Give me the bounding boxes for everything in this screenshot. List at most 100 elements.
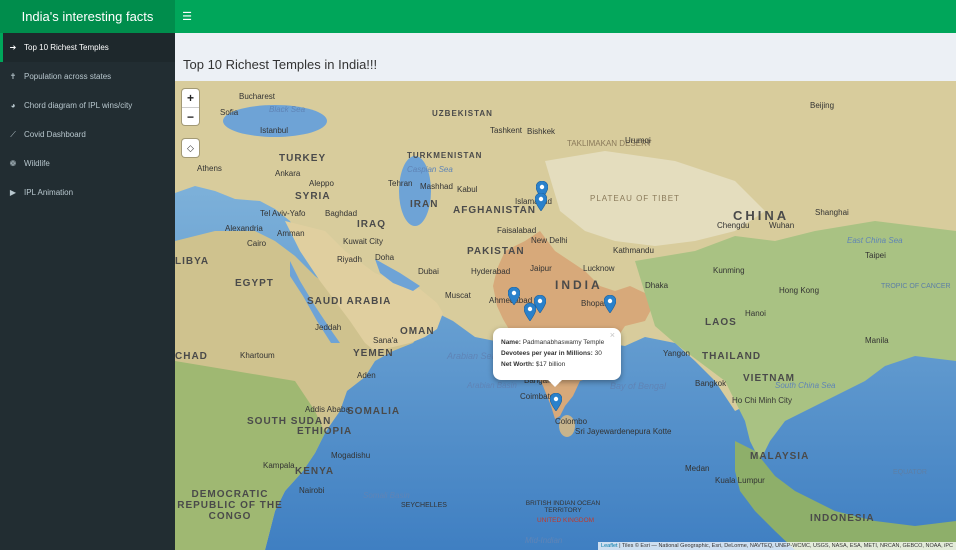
map-label-tibet: PLATEAU OF TIBET (590, 194, 680, 203)
map-label-aleppo: Aleppo (309, 179, 334, 188)
popup-name-row: Name: Padmanabhaswamy Temple (501, 337, 613, 348)
map-label-kenya: KENYA (295, 466, 335, 477)
popup-devotees-label: Devotees per year in Millions: (501, 350, 593, 357)
map-label-malaysia: MALAYSIA (750, 451, 810, 462)
map-label-khartoum: Khartoum (240, 351, 275, 360)
sidebar-item-label: IPL Animation (24, 188, 74, 197)
map-label-iraq: IRAQ (357, 219, 386, 230)
map-label-egypt: EGYPT (235, 278, 274, 289)
temple-marker[interactable] (508, 287, 520, 305)
line-chart-icon: ⟋ (10, 129, 16, 139)
zoom-in-button[interactable]: + (182, 89, 199, 107)
map-label-kuwait: Kuwait City (343, 237, 384, 246)
page-title: Top 10 Richest Temples in India!!! (183, 57, 378, 72)
map-label-baghdad: Baghdad (325, 209, 358, 218)
leaflet-link[interactable]: Leaflet (601, 543, 618, 549)
map-label-taipei: Taipei (865, 251, 886, 260)
map-label-ethiopia: ETHIOPIA (297, 426, 353, 437)
sidebar-item-ipl-animation[interactable]: ▶ IPL Animation (0, 178, 175, 207)
map-label-yemen: YEMEN (353, 348, 394, 359)
sidebar-item-label: Wildlife (24, 159, 50, 168)
temple-marker[interactable] (535, 193, 547, 211)
map-label-bangkok: Bangkok (695, 379, 727, 388)
map-container[interactable]: TURKEY SYRIA IRAQ IRAN EGYPT LIBYA CHAD … (175, 81, 956, 550)
popup-worth-label: Net Worth: (501, 361, 535, 368)
map-label-kampala: Kampala (263, 461, 295, 470)
play-circle-icon: ▶ (9, 188, 17, 197)
popup-devotees-row: Devotees per year in Millions: 30 (501, 348, 613, 359)
map-label-riyadh: Riyadh (337, 255, 362, 264)
map-label-india: INDIA (555, 278, 603, 292)
map-label-iran: IRAN (410, 199, 439, 210)
map-label-hanoi: Hanoi (745, 309, 766, 318)
map-label-doha: Doha (375, 253, 395, 262)
map-label-delhi: New Delhi (531, 236, 568, 245)
temple-marker[interactable] (604, 295, 616, 313)
map-label-tropic: TROPIC OF CANCER (881, 283, 951, 290)
map-label-kathmandu: Kathmandu (613, 246, 654, 255)
map-label-addis: Addis Ababa (305, 405, 350, 414)
map-label-mid-indian: Mid-Indian (525, 536, 563, 545)
map-label-dhaka: Dhaka (645, 281, 669, 290)
map-label-black-sea: Black Sea (269, 105, 306, 114)
map-label-mashhad: Mashhad (420, 182, 453, 191)
map-label-beijing: Beijing (810, 101, 835, 110)
temple-marker[interactable] (524, 303, 536, 321)
sidebar-item-covid[interactable]: ⟋ Covid Dashboard (0, 120, 175, 149)
map-label-turkey: TURKEY (279, 153, 327, 164)
map-label-south-china-sea: South China Sea (775, 381, 836, 390)
map-label-somali-basin: Somali Basin (363, 491, 410, 500)
sidebar-toggle-button[interactable]: ☰ (176, 0, 198, 33)
map-label-manila: Manila (865, 336, 889, 345)
top-header: India's interesting facts ☰ (0, 0, 956, 33)
map-label-bay-bengal: Bay of Bengal (610, 381, 667, 391)
app-title[interactable]: India's interesting facts (0, 0, 175, 33)
map-label-caspian: Caspian Sea (407, 165, 453, 174)
map-label-bucharest: Bucharest (239, 92, 276, 101)
map-label-ho-chi-minh: Ho Chi Minh City (732, 396, 793, 405)
map-label-lucknow: Lucknow (583, 264, 615, 273)
map-label-shanghai: Shanghai (815, 208, 849, 217)
sidebar-item-label: Covid Dashboard (24, 130, 86, 139)
map-label-jeddah: Jeddah (315, 323, 342, 332)
map-label-bishkek: Bishkek (527, 127, 556, 136)
sidebar-item-label: Chord diagram of IPL wins/city (24, 101, 133, 110)
sidebar-item-population[interactable]: ✝ Population across states (0, 62, 175, 91)
map-label-laos: LAOS (705, 317, 737, 328)
locate-icon: ◇ (187, 142, 194, 153)
map-label-hong-kong: Hong Kong (779, 286, 820, 295)
map-label-mogadishu: Mogadishu (331, 451, 371, 460)
map-label-ankara: Ankara (275, 169, 301, 178)
map-label-kunming: Kunming (713, 266, 745, 275)
map-label-indonesia: INDONESIA (810, 513, 875, 524)
hamburger-icon: ☰ (182, 11, 192, 23)
map-label-hyderabad: Hyderabad (471, 267, 511, 276)
map-basemap (175, 81, 956, 550)
map-label-nairobi: Nairobi (299, 486, 325, 495)
sidebar-item-label: Population across states (24, 72, 112, 81)
map-label-east-china-sea: East China Sea (847, 236, 903, 245)
main-content: Top 10 Richest Temples in India!!! TURKE… (175, 33, 956, 550)
chart-pie-icon: ◕ (10, 101, 16, 110)
map-label-saudi-arabia: SAUDI ARABIA (307, 296, 392, 307)
sidebar-item-chord[interactable]: ◕ Chord diagram of IPL wins/city (0, 91, 175, 120)
map-label-chad: CHAD (175, 351, 208, 362)
popup-name-value: Padmanabhaswamy Temple (522, 339, 605, 346)
map-label-cairo: Cairo (247, 239, 267, 248)
locate-button[interactable]: ◇ (182, 139, 199, 157)
popup-close-button[interactable]: × (610, 330, 615, 341)
map-label-tel-aviv: Tel Aviv-Yafo (260, 209, 306, 218)
popup-name-label: Name: (501, 339, 521, 346)
sidebar-item-temples[interactable]: ➔ Top 10 Richest Temples (0, 33, 175, 62)
map-label-arabian-sea: Arabian Sea (447, 351, 497, 361)
map-label-sana: Sana'a (373, 336, 398, 345)
map-label-uzbekistan: UZBEKISTAN (432, 109, 493, 118)
map-label-sri-jayawardenepura: Sri Jayewardenepura Kotte (575, 427, 672, 436)
map-label-south-sudan: SOUTH SUDAN (247, 416, 332, 427)
map-label-tehran: Tehran (388, 179, 413, 188)
sidebar-item-wildlife[interactable]: ❁ Wildlife (0, 149, 175, 178)
temple-marker[interactable] (550, 393, 562, 411)
map-label-drc: DEMOCRATIC REPUBLIC OF THE CONGO (177, 489, 283, 522)
map-label-uk: UNITED KINGDOM (537, 517, 595, 524)
zoom-out-button[interactable]: − (182, 107, 199, 125)
